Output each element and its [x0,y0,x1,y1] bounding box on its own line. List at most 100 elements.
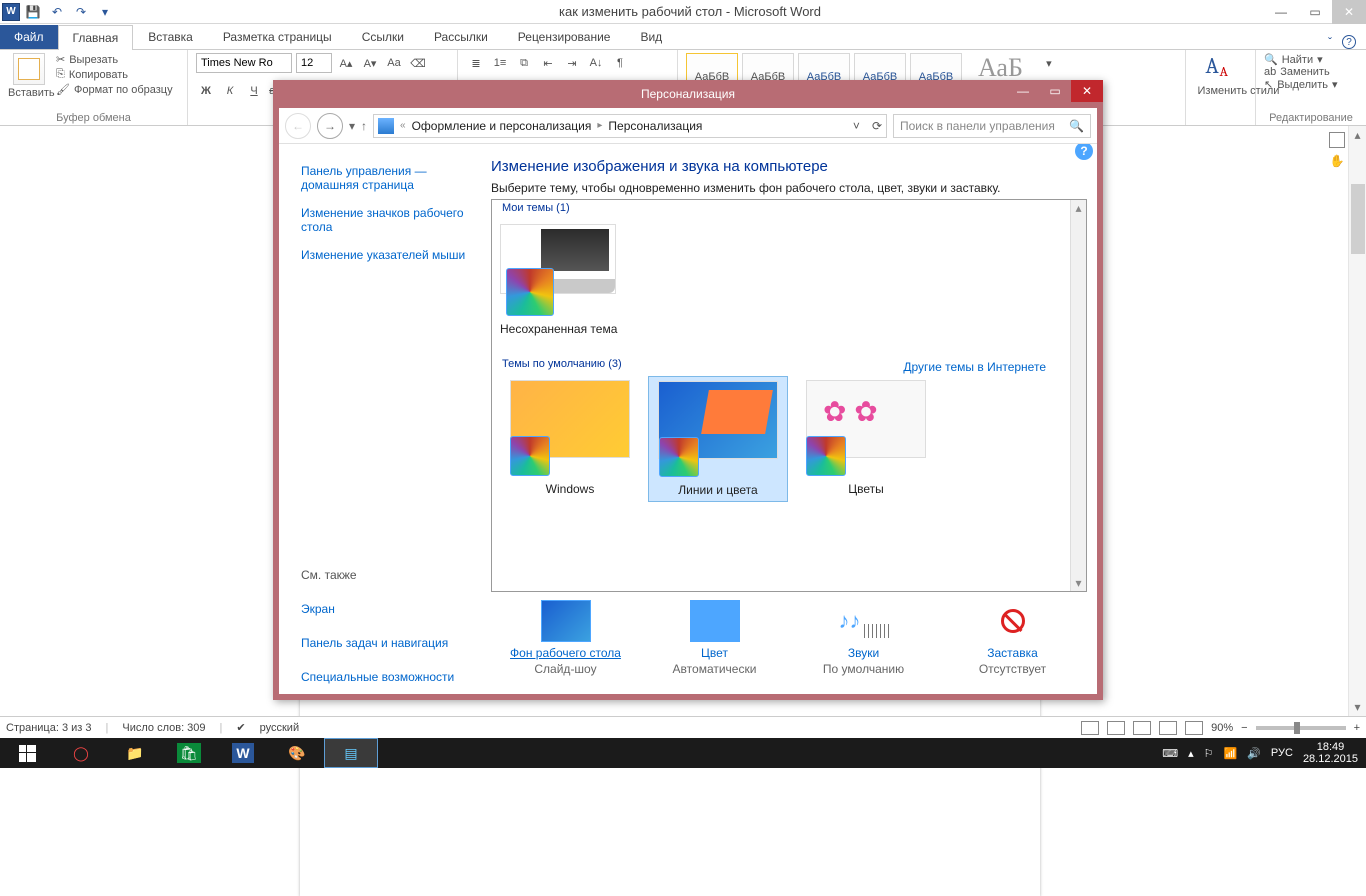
paste-button[interactable]: Вставить [8,53,50,99]
tab-insert[interactable]: Вставка [133,24,208,49]
link-desktop-icons[interactable]: Изменение значков рабочего стола [301,206,475,234]
scroll-down-icon[interactable]: ▾ [1071,575,1086,591]
status-language[interactable]: русский [260,722,299,734]
ribbon-collapse-icon[interactable]: ˇ [1328,35,1332,49]
taskbar-app-store[interactable]: 🛍 [162,738,216,768]
tray-clock[interactable]: 18:49 28.12.2015 [1303,741,1358,765]
tab-home[interactable]: Главная [58,25,134,50]
sort-icon[interactable]: А↓ [586,53,606,73]
tab-view[interactable]: Вид [625,24,677,49]
link-online-themes[interactable]: Другие темы в Интернете [903,360,1046,374]
qat-redo-icon[interactable]: ↷ [70,2,92,22]
select-button[interactable]: ↖Выделить ▾ [1264,78,1338,91]
tray-keyboard-icon[interactable]: ⌨ [1162,747,1178,760]
shrink-font-icon[interactable]: A▾ [360,53,380,73]
taskbar-app-control-panel[interactable]: ▤ [324,738,378,768]
word-close-button[interactable]: ✕ [1332,0,1366,24]
status-page[interactable]: Страница: 3 из 3 [6,722,92,734]
nav-up-icon[interactable]: ↑ [361,119,367,133]
word-maximize-button[interactable]: ▭ [1298,0,1332,24]
tab-file[interactable]: Файл [0,25,58,49]
bold-button[interactable]: Ж [196,81,216,101]
view-draft-icon[interactable] [1185,721,1203,735]
qat-customize-icon[interactable]: ▾ [94,2,116,22]
link-mouse-pointers[interactable]: Изменение указателей мыши [301,248,475,262]
theme-flowers[interactable]: Цветы [796,376,936,502]
vertical-scrollbar[interactable]: ▴ ▾ [1348,126,1366,716]
grow-font-icon[interactable]: A▴ [336,53,356,73]
tray-network-icon[interactable]: 📶 [1224,747,1238,760]
qat-undo-icon[interactable]: ↶ [46,2,68,22]
zoom-slider[interactable] [1256,726,1346,730]
control-panel-search[interactable]: Поиск в панели управления 🔍 [893,114,1091,138]
increase-indent-icon[interactable]: ⇥ [562,53,582,73]
taskbar-app-word[interactable]: W [216,738,270,768]
tray-flag-icon[interactable]: ⚐ [1204,747,1214,760]
link-taskbar-nav[interactable]: Панель задач и навигация [301,636,475,650]
pers-minimize-button[interactable]: — [1007,80,1039,102]
change-styles-button[interactable]: AA Изменить стили [1198,53,1244,97]
hand-icon[interactable]: ✋ [1330,154,1345,168]
link-display[interactable]: Экран [301,602,475,616]
nav-forward-button[interactable]: → [317,113,343,139]
tray-up-icon[interactable]: ▴ [1188,747,1194,760]
breadcrumb-bar[interactable]: « Оформление и персонализация ▸ Персонал… [373,114,887,138]
view-web-icon[interactable] [1133,721,1151,735]
theme-windows[interactable]: Windows [500,376,640,502]
breadcrumb-personalization[interactable]: Персонализация [608,119,702,133]
proofing-icon[interactable]: ✔ [236,721,245,734]
zoom-in-button[interactable]: + [1354,722,1360,734]
copy-button[interactable]: ⎘Копировать [56,68,173,81]
status-word-count[interactable]: Число слов: 309 [122,722,205,734]
show-marks-icon[interactable]: ¶ [610,53,630,73]
font-size-combo[interactable] [296,53,332,73]
decrease-indent-icon[interactable]: ⇤ [538,53,558,73]
pers-close-button[interactable]: ✕ [1071,80,1103,102]
bullets-icon[interactable]: ≣ [466,53,486,73]
theme-unsaved[interactable]: Несохраненная тема [500,224,617,336]
taskbar-app-paint[interactable]: 🎨 [270,738,324,768]
clear-formatting-icon[interactable]: ⌫ [408,53,428,73]
ruler-toggle-icon[interactable] [1329,132,1345,148]
tab-references[interactable]: Ссылки [347,24,419,49]
zoom-out-button[interactable]: − [1241,722,1247,734]
start-button[interactable] [0,738,54,768]
nav-back-button[interactable]: ← [285,113,311,139]
numbering-icon[interactable]: 1≡ [490,53,510,73]
format-painter-button[interactable]: 🖌Формат по образцу [56,83,173,96]
tray-volume-icon[interactable]: 🔊 [1247,747,1261,760]
tab-page-layout[interactable]: Разметка страницы [208,24,347,49]
italic-button[interactable]: К [220,81,240,101]
personalization-titlebar[interactable]: Персонализация — ▭ ✕ [273,80,1103,108]
theme-lines-and-colors[interactable]: Линии и цвета [648,376,788,502]
pers-maximize-button[interactable]: ▭ [1039,80,1071,102]
tray-language[interactable]: РУС [1271,747,1293,759]
word-app-icon[interactable]: W [2,3,20,21]
link-control-panel-home[interactable]: Панель управления — домашняя страница [301,164,475,192]
tab-review[interactable]: Рецензирование [503,24,626,49]
view-fullscreen-icon[interactable] [1107,721,1125,735]
font-name-combo[interactable] [196,53,292,73]
taskbar-app-explorer[interactable]: 📁 [108,738,162,768]
color-button[interactable]: Цвет Автоматически [645,600,785,676]
taskbar-app-opera[interactable]: ◯ [54,738,108,768]
view-print-layout-icon[interactable] [1081,721,1099,735]
word-minimize-button[interactable]: — [1264,0,1298,24]
status-zoom[interactable]: 90% [1211,722,1233,734]
change-case-icon[interactable]: Aa [384,53,404,73]
tab-mailings[interactable]: Рассылки [419,24,503,49]
multilevel-icon[interactable]: ⧉ [514,53,534,73]
sounds-button[interactable]: ♪♪ Звуки По умолчанию [794,600,934,676]
link-ease-of-access[interactable]: Специальные возможности [301,670,475,684]
themes-scrollbar[interactable]: ▴ ▾ [1070,200,1086,591]
replace-button[interactable]: abЗаменить [1264,66,1338,78]
crumb-dropdown-icon[interactable]: ˅ [853,119,860,133]
refresh-icon[interactable]: ⟳ [872,119,882,133]
cut-button[interactable]: ✂Вырезать [56,53,173,66]
scroll-down-icon[interactable]: ▾ [1349,698,1366,716]
nav-recent-icon[interactable]: ▾ [349,119,355,133]
scroll-up-icon[interactable]: ▴ [1071,200,1086,216]
help-icon[interactable]: ? [1075,144,1093,160]
qat-save-icon[interactable]: 💾 [22,2,44,22]
ribbon-help-icon[interactable]: ? [1342,35,1356,49]
